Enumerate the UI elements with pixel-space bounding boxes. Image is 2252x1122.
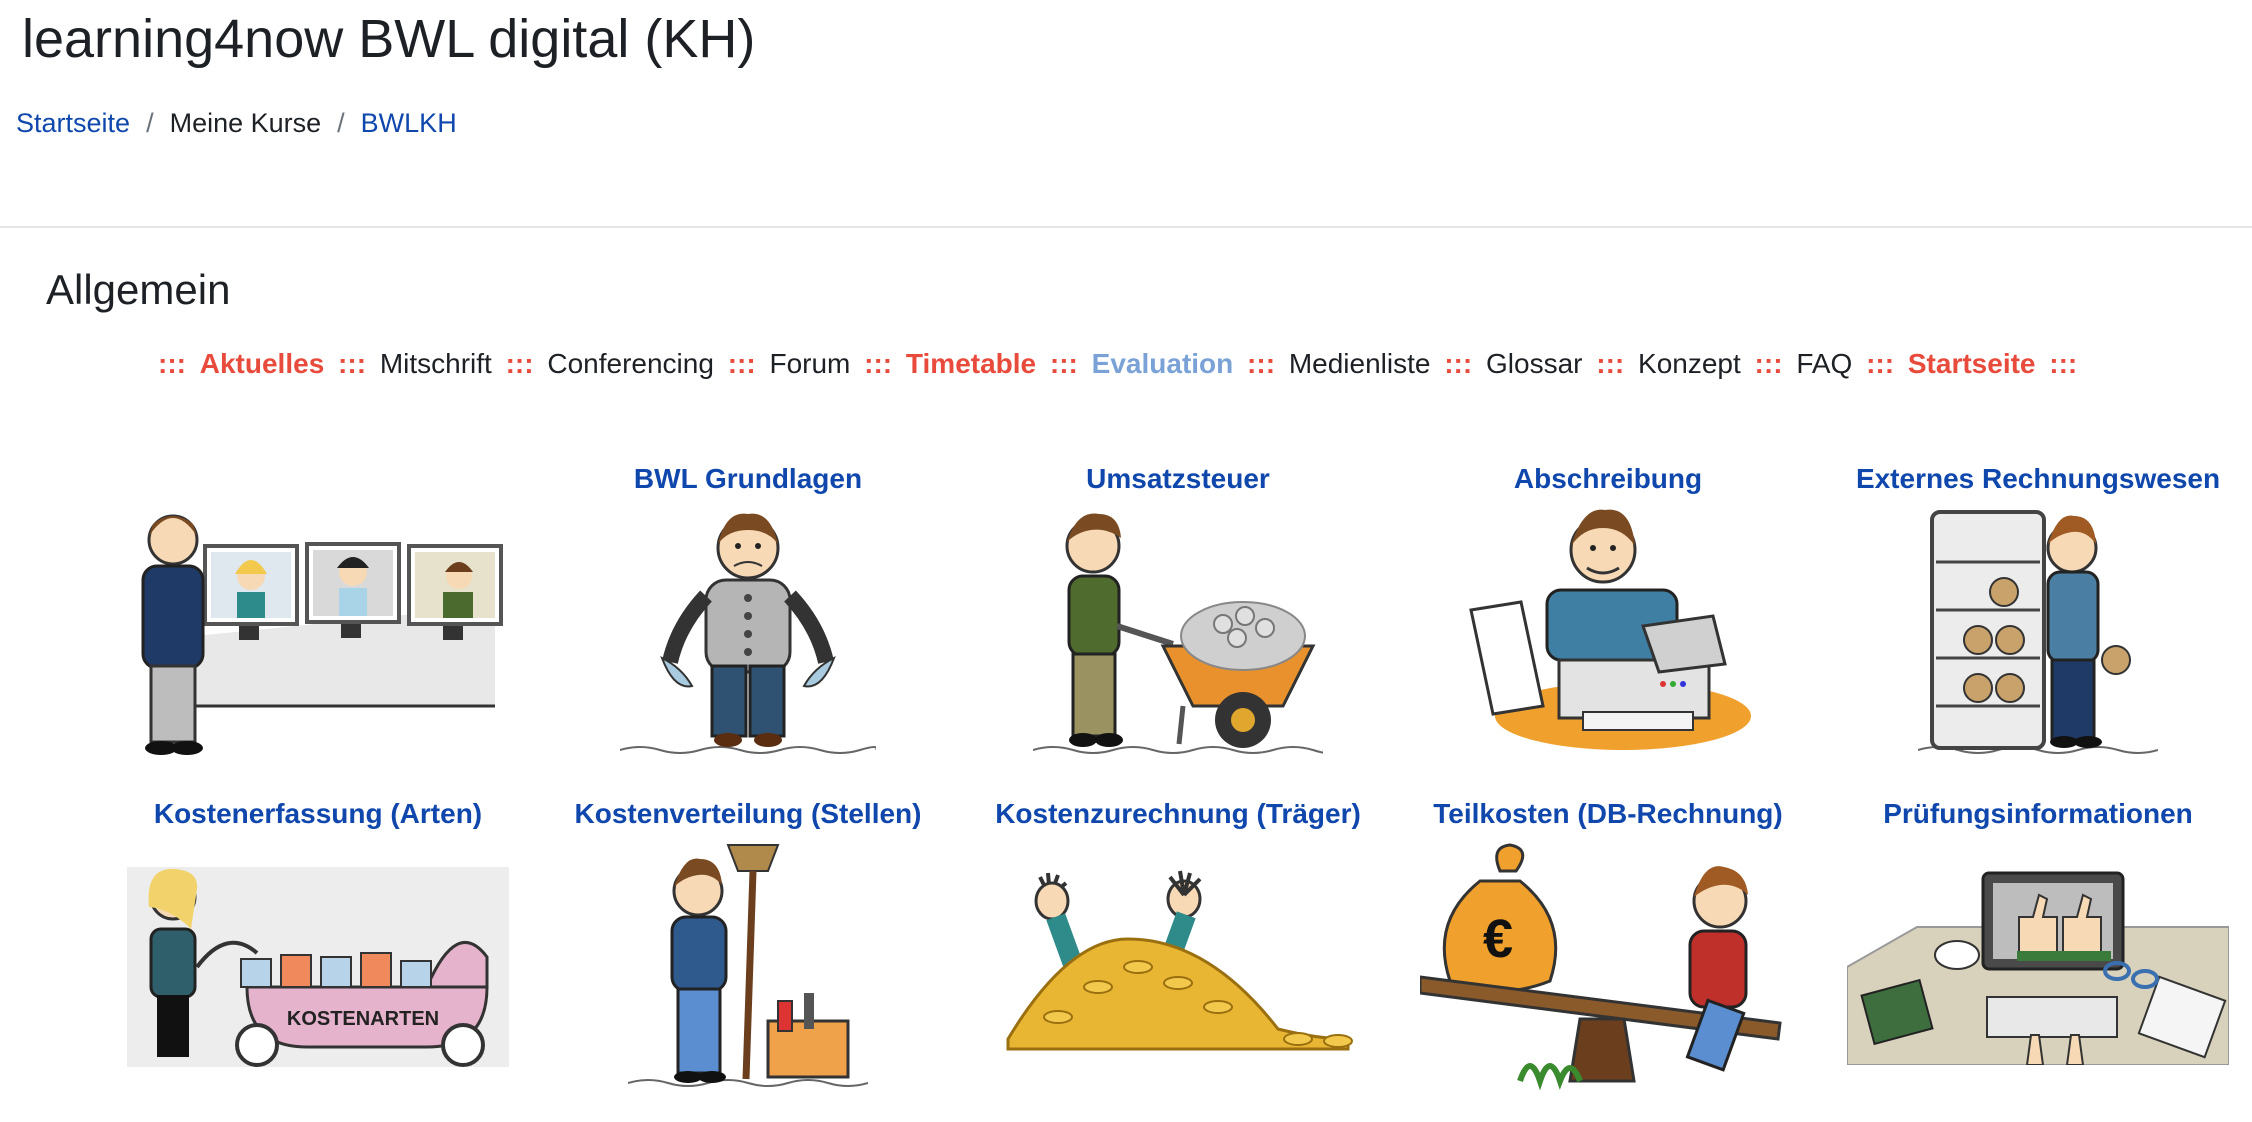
- nav-separator: :::: [158, 348, 186, 379]
- euro-symbol: €: [1483, 909, 1513, 969]
- breadcrumb-separator: /: [146, 108, 154, 138]
- tile-abschreibung[interactable]: Abschreibung: [1408, 460, 1808, 750]
- nav-link-faq[interactable]: FAQ: [1796, 348, 1852, 379]
- tile-umsatzsteuer[interactable]: Umsatzsteuer: [978, 460, 1378, 754]
- course-nav-bar: ::: Aktuelles ::: Mitschrift ::: Confere…: [152, 348, 2152, 380]
- breadcrumb-bwlkh[interactable]: BWLKH: [361, 108, 457, 139]
- tile-teilkosten[interactable]: Teilkosten (DB-Rechnung) €: [1408, 795, 1808, 1091]
- nav-separator: :::: [1866, 348, 1895, 379]
- nav-separator: :::: [727, 348, 756, 379]
- tile-bwl-grundlagen[interactable]: BWL Grundlagen: [548, 460, 948, 754]
- nav-link-glossar[interactable]: Glossar: [1486, 348, 1582, 379]
- seesaw-moneybag-icon[interactable]: €: [1420, 841, 1796, 1091]
- broom-toolbox-icon[interactable]: [628, 841, 868, 1091]
- nav-separator: :::: [1247, 348, 1276, 379]
- nav-separator: :::: [338, 348, 367, 379]
- empty-pockets-icon[interactable]: [620, 506, 876, 758]
- printer-icon[interactable]: [1463, 506, 1753, 758]
- tile-kostenverteilung[interactable]: Kostenverteilung (Stellen): [548, 795, 948, 1087]
- tile-title: BWL Grundlagen: [633, 463, 863, 494]
- coin-pile-icon[interactable]: [998, 867, 1358, 1057]
- tile-title: [118, 460, 518, 498]
- nav-link-forum[interactable]: Forum: [769, 348, 850, 379]
- tile-title: Teilkosten (DB-Rechnung): [1433, 798, 1783, 829]
- nav-separator: :::: [1444, 348, 1473, 379]
- tile-title: Prüfungsinformationen: [1883, 798, 2193, 829]
- page-title: learning4now BWL digital (KH): [22, 9, 756, 69]
- nav-link-startseite[interactable]: Startseite: [1908, 348, 2036, 379]
- tile-kostenerfassung[interactable]: Kostenerfassung (Arten) KOSTENARTEN: [118, 795, 518, 1067]
- tile-pruefungsinformationen[interactable]: Prüfungsinformationen: [1838, 795, 2238, 1065]
- nav-separator: :::: [864, 348, 893, 379]
- nav-separator: :::: [505, 348, 534, 379]
- nav-separator: :::: [2049, 348, 2078, 379]
- section-title: Allgemein: [46, 266, 231, 313]
- nav-link-konzept[interactable]: Konzept: [1638, 348, 1741, 379]
- tile-title: Kostenerfassung (Arten): [153, 798, 483, 829]
- nav-separator: :::: [1049, 348, 1078, 379]
- nav-separator: :::: [1754, 348, 1783, 379]
- breadcrumb-meine-kurse: Meine Kurse: [169, 108, 322, 138]
- wheelbarrow-coins-icon[interactable]: [1033, 506, 1323, 758]
- kostenarten-pram-icon[interactable]: KOSTENARTEN: [127, 867, 509, 1067]
- nav-link-timetable[interactable]: Timetable: [906, 348, 1036, 379]
- tile-title: Kostenverteilung (Stellen): [574, 798, 922, 829]
- nav-link-evaluation[interactable]: Evaluation: [1092, 348, 1234, 379]
- nav-link-medienliste[interactable]: Medienliste: [1289, 348, 1431, 379]
- nav-link-mitschrift[interactable]: Mitschrift: [380, 348, 492, 379]
- tile-title: Externes Rechnungswesen: [1855, 463, 2221, 494]
- nav-link-conferencing[interactable]: Conferencing: [547, 348, 714, 379]
- thumbs-up-laptop-icon[interactable]: [1847, 867, 2229, 1065]
- pram-label: KOSTENARTEN: [287, 1008, 439, 1030]
- tile-title: Umsatzsteuer: [1086, 463, 1270, 494]
- tile-kostenzurechnung[interactable]: Kostenzurechnung (Träger): [978, 795, 1378, 1051]
- money-shelf-icon[interactable]: [1918, 506, 2158, 758]
- header-divider: [0, 226, 2252, 228]
- breadcrumb-startseite[interactable]: Startseite: [16, 108, 130, 139]
- tile-externes-rechnungswesen[interactable]: Externes Rechnungswesen: [1838, 460, 2238, 754]
- breadcrumb: Startseite / Meine Kurse / BWLKH: [16, 108, 457, 139]
- nav-link-aktuelles[interactable]: Aktuelles: [200, 348, 325, 379]
- breadcrumb-separator: /: [337, 108, 345, 138]
- video-conference-icon[interactable]: [125, 506, 511, 758]
- tile-title: Abschreibung: [1513, 463, 1703, 494]
- tile-conferencing[interactable]: [118, 460, 518, 755]
- nav-separator: :::: [1596, 348, 1625, 379]
- tile-title: Kostenzurechnung (Träger): [995, 798, 1361, 829]
